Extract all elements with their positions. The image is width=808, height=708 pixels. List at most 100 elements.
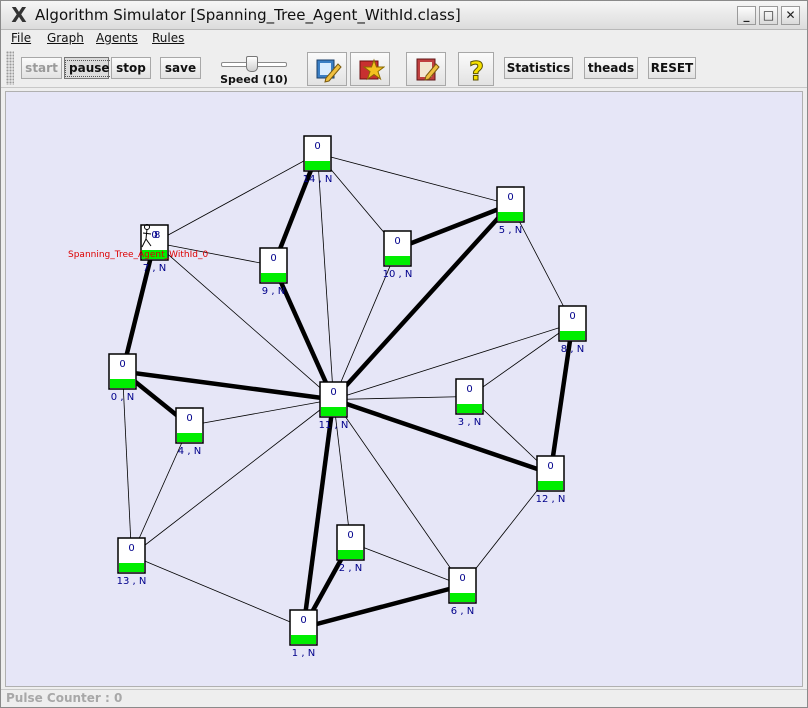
graph-node[interactable]: 0 4 , N [175, 407, 204, 457]
rules-book-icon [416, 58, 440, 81]
node-value: 0 [270, 253, 276, 264]
rules-button[interactable] [406, 52, 446, 86]
graph-drawing[interactable]: 0 0 , N 0 1 , N 0 2 , N 0 3 , N 0 4 , N 0 5 , N 0 6 ,… [6, 92, 802, 686]
node-status-bar [538, 481, 563, 490]
x-app-icon: X [11, 3, 27, 27]
node-status-bar [498, 212, 523, 221]
help-question-icon: ? [469, 57, 485, 85]
node-value: 0 [330, 387, 336, 398]
status-bar: Pulse Counter : 0 [1, 689, 807, 707]
node-status-bar [321, 407, 346, 416]
edit-graph-button[interactable] [307, 52, 347, 86]
node-label: 10 , N [383, 269, 413, 280]
toolbar-grip[interactable] [6, 51, 14, 85]
node-label: 14 , N [303, 174, 333, 185]
node-value: 0 [300, 615, 306, 626]
graph-node[interactable]: 0 0 , N [108, 353, 137, 403]
node-value: 0 [547, 461, 553, 472]
agent-counter: 8 [154, 230, 160, 241]
node-status-bar [261, 273, 286, 282]
stop-button[interactable]: stop [111, 57, 151, 79]
node-label: 7 , N [143, 263, 166, 274]
speed-slider[interactable]: Speed (10) [213, 52, 295, 86]
menu-bar: File Graph Agents Rules [1, 30, 807, 48]
graph-node[interactable]: 0 3 , N [455, 378, 484, 428]
node-status-bar [177, 433, 202, 442]
pause-button[interactable]: pause [64, 57, 114, 79]
node-status-bar [560, 331, 585, 340]
node-status-bar [119, 563, 144, 572]
save-button[interactable]: save [160, 57, 201, 79]
graph-node[interactable]: 0 2 , N [336, 524, 365, 574]
node-value: 0 [466, 384, 472, 395]
graph-edge [154, 242, 334, 400]
agent-star-button[interactable] [350, 52, 390, 86]
menu-agents[interactable]: Agents [96, 31, 138, 45]
menu-graph[interactable]: Graph [47, 31, 84, 45]
graph-node[interactable]: 0 10 , N [383, 230, 413, 280]
maximize-button[interactable]: □ [759, 6, 778, 25]
graph-node[interactable]: 0 13 , N [117, 537, 147, 587]
graph-node[interactable]: 0 6 , N [448, 567, 477, 617]
node-status-bar [110, 379, 135, 388]
graph-canvas[interactable]: 0 0 , N 0 1 , N 0 2 , N 0 3 , N 0 4 , N 0 5 , N 0 6 ,… [5, 91, 803, 687]
node-status-bar [338, 550, 363, 559]
node-label: 3 , N [458, 417, 481, 428]
toolbar: start pause stop save Speed (10) ? Stati… [1, 48, 807, 88]
slider-thumb[interactable] [246, 56, 258, 72]
node-value: 0 [507, 192, 513, 203]
node-status-bar [305, 161, 330, 170]
node-label: 0 , N [111, 392, 134, 403]
speed-label: Speed (10) [220, 73, 288, 86]
close-button[interactable]: ✕ [781, 6, 800, 25]
graph-edge [189, 399, 334, 426]
graph-node[interactable]: 0 9 , N [259, 247, 288, 297]
help-button[interactable]: ? [458, 52, 494, 86]
graph-node[interactable]: 0 5 , N [496, 186, 525, 236]
graph-node[interactable]: 0 12 , N [536, 455, 566, 505]
statistics-button[interactable]: Statistics [504, 57, 573, 79]
reset-button[interactable]: RESET [648, 57, 696, 79]
svg-text:?: ? [469, 57, 484, 84]
window-title: Algorithm Simulator [Spanning_Tree_Agent… [35, 6, 461, 24]
graph-edge [317, 153, 334, 400]
graph-node[interactable]: 0 8 , N [558, 305, 587, 355]
node-value: 0 [128, 543, 134, 554]
menu-rules[interactable]: Rules [152, 31, 184, 45]
node-label: 8 , N [561, 344, 584, 355]
star-agent-icon [359, 58, 385, 81]
agent-label: Spanning_Tree_Agent_WithId_0 [68, 250, 208, 260]
node-value: 0 [186, 413, 192, 424]
spanning-tree-edge [120, 241, 157, 373]
graph-node[interactable]: 0 11 , N [319, 381, 349, 431]
spanning-tree-edge [331, 202, 513, 402]
node-label: 6 , N [451, 606, 474, 617]
node-label: 11 , N [319, 420, 349, 431]
menu-file[interactable]: File [11, 31, 31, 45]
node-value: 0 [459, 573, 465, 584]
node-status-bar [291, 635, 316, 644]
pulse-counter: Pulse Counter : 0 [6, 691, 123, 705]
graph-edge [131, 555, 304, 628]
graph-edge [333, 396, 470, 400]
node-value: 0 [394, 236, 400, 247]
node-label: 9 , N [262, 286, 285, 297]
theads-button[interactable]: theads [584, 57, 638, 79]
node-label: 2 , N [339, 563, 362, 574]
graph-edge [350, 542, 463, 586]
node-status-bar [450, 593, 475, 602]
node-value: 0 [119, 359, 125, 370]
title-bar[interactable]: X Algorithm Simulator [Spanning_Tree_Age… [1, 1, 807, 30]
graph-node[interactable]: 0 1 , N [289, 609, 318, 659]
node-label: 12 , N [536, 494, 566, 505]
graph-node[interactable]: 0 14 , N [303, 135, 333, 185]
node-label: 4 , N [178, 446, 201, 457]
graph-edge [317, 153, 511, 205]
start-button[interactable]: start [21, 57, 62, 79]
node-status-bar [385, 256, 410, 265]
minimize-button[interactable]: _ [737, 6, 756, 25]
spanning-tree-edge [301, 399, 336, 628]
node-label: 1 , N [292, 648, 315, 659]
spanning-tree-edge [302, 583, 464, 630]
node-label: 13 , N [117, 576, 147, 587]
